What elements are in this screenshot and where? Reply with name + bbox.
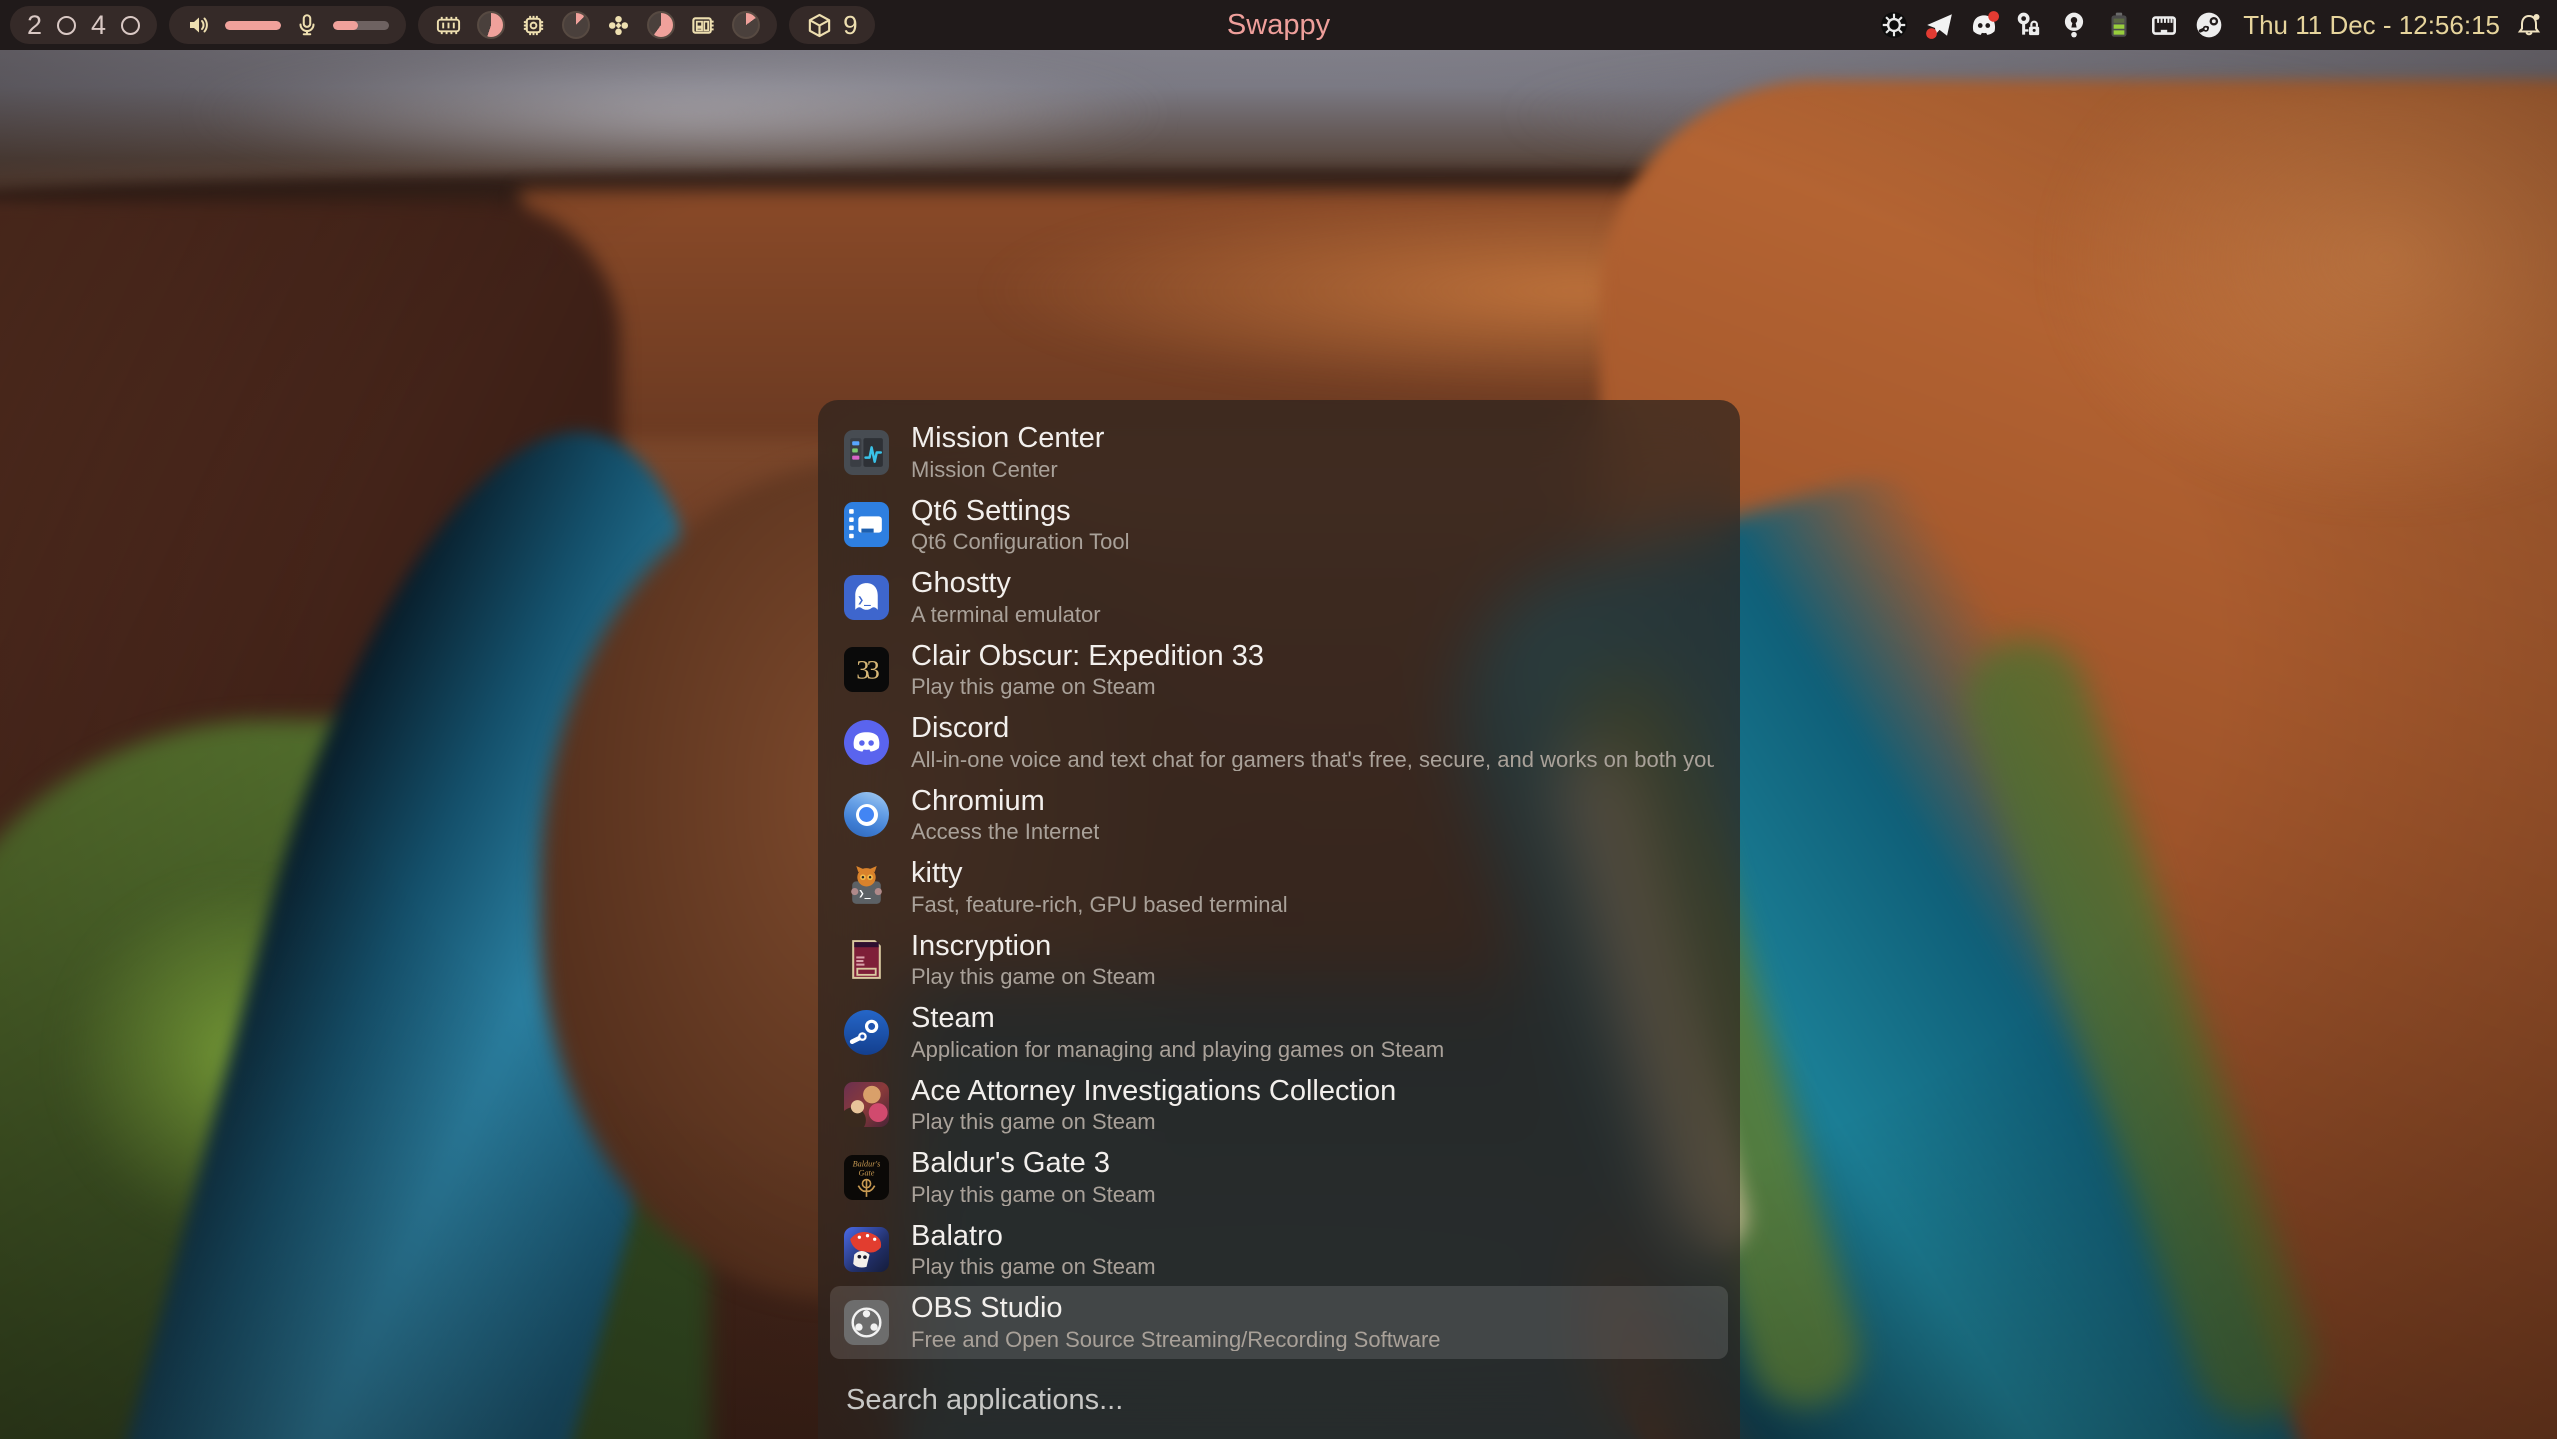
- ram-icon: [435, 12, 462, 39]
- gpu-fan-icon: [605, 12, 632, 39]
- mission-center-icon: [844, 430, 889, 475]
- workspace-item[interactable]: 2: [27, 12, 42, 39]
- telegram-tray-icon[interactable]: [1924, 10, 1954, 40]
- bar-right-modules: Thu 11 Dec - 12:56:15: [1879, 10, 2557, 41]
- audio-module: [169, 6, 406, 44]
- app-title: Ace Attorney Investigations Collection: [911, 1076, 1396, 1107]
- clock[interactable]: Thu 11 Dec - 12:56:15: [2243, 10, 2500, 41]
- volume-slider-fill: [225, 21, 281, 30]
- app-title: Chromium: [911, 786, 1099, 817]
- workspace-empty-icon[interactable]: [121, 16, 140, 35]
- clair-obscur-icon: 33: [844, 647, 889, 692]
- launcher-item-ghostty[interactable]: ❯_ Ghostty A terminal emulator: [830, 561, 1728, 634]
- app-description: Play this game on Steam: [911, 1183, 1156, 1207]
- app-launcher: Mission Center Mission Center Qt6 Setting…: [818, 400, 1740, 1439]
- mic-slider[interactable]: [333, 21, 389, 30]
- app-description: Fast, feature-rich, GPU based terminal: [911, 893, 1288, 917]
- app-list: Mission Center Mission Center Qt6 Setting…: [830, 416, 1728, 1359]
- launcher-item-obs-studio[interactable]: OBS Studio Free and Open Source Streaming…: [830, 1286, 1728, 1359]
- workspaces-module: 2 4: [10, 6, 157, 44]
- mic-slider-fill: [333, 21, 358, 30]
- app-description: Application for managing and playing gam…: [911, 1038, 1444, 1062]
- app-title: Discord: [911, 713, 1714, 744]
- launcher-item-baldurs-gate-3[interactable]: Baldur'sGate Baldur's Gate 3 Play this ga…: [830, 1141, 1728, 1214]
- system-stats-module: [418, 6, 777, 44]
- launcher-item-kitty[interactable]: ❯_ kitty Fast, feature-rich, GPU based te…: [830, 851, 1728, 924]
- launcher-item-qt6-settings[interactable]: Qt6 Settings Qt6 Configuration Tool: [830, 489, 1728, 562]
- launcher-item-clair-obscur[interactable]: 33 Clair Obscur: Expedition 33 Play this …: [830, 634, 1728, 707]
- updates-module[interactable]: 9: [789, 6, 874, 44]
- app-description: Mission Center: [911, 458, 1104, 482]
- gpu-usage-pie: [647, 11, 675, 39]
- baldurs-gate-3-icon: Baldur'sGate: [844, 1155, 889, 1200]
- updates-count: 9: [843, 10, 857, 41]
- waybar: 2 4: [0, 0, 2557, 50]
- app-title: Baldur's Gate 3: [911, 1148, 1156, 1179]
- launcher-item-steam[interactable]: Steam Application for managing and playin…: [830, 996, 1728, 1069]
- inscryption-icon: [844, 937, 889, 982]
- app-title: Balatro: [911, 1221, 1156, 1252]
- app-description: Qt6 Configuration Tool: [911, 530, 1130, 554]
- app-title: Ghostty: [911, 568, 1101, 599]
- steam-icon: [844, 1010, 889, 1055]
- app-description: Play this game on Steam: [911, 965, 1156, 989]
- volume-slider[interactable]: [225, 21, 281, 30]
- steam-tray-icon[interactable]: [2194, 10, 2224, 40]
- app-description: Free and Open Source Streaming/Recording…: [911, 1328, 1441, 1352]
- app-description: All-in-one voice and text chat for gamer…: [911, 748, 1714, 772]
- search-input[interactable]: [846, 1384, 1712, 1417]
- launcher-item-ace-attorney[interactable]: Ace Attorney Investigations Collection Pl…: [830, 1069, 1728, 1142]
- svg-text:Baldur's: Baldur's: [853, 1159, 881, 1168]
- notification-bell-icon[interactable]: [2515, 11, 2543, 39]
- app-description: Access the Internet: [911, 820, 1099, 844]
- launcher-item-mission-center[interactable]: Mission Center Mission Center: [830, 416, 1728, 489]
- discord-tray-icon[interactable]: [1969, 10, 1999, 40]
- speaker-icon: [186, 12, 212, 38]
- microphone-icon: [294, 12, 320, 38]
- obs-studio-icon: [844, 1300, 889, 1345]
- app-title: OBS Studio: [911, 1293, 1441, 1324]
- gpu-card-icon: [690, 12, 717, 39]
- launcher-item-inscryption[interactable]: Inscryption Play this game on Steam: [830, 924, 1728, 997]
- package-icon: [806, 12, 833, 39]
- qt6-settings-icon: [844, 502, 889, 547]
- focused-window-title: Swappy: [1227, 0, 1330, 50]
- launcher-item-discord[interactable]: Discord All-in-one voice and text chat fo…: [830, 706, 1728, 779]
- workspace-empty-icon[interactable]: [57, 16, 76, 35]
- ghostty-icon: ❯_: [844, 575, 889, 620]
- cpu-usage-pie: [562, 11, 590, 39]
- app-title: Mission Center: [911, 423, 1104, 454]
- launcher-item-balatro[interactable]: Balatro Play this game on Steam: [830, 1214, 1728, 1287]
- discord-icon: [844, 720, 889, 765]
- app-description: Play this game on Steam: [911, 675, 1264, 699]
- svg-text:33: 33: [856, 655, 879, 685]
- keyhole-tray-icon[interactable]: [2059, 10, 2089, 40]
- app-title: kitty: [911, 858, 1288, 889]
- app-description: Play this game on Steam: [911, 1255, 1156, 1279]
- app-description: A terminal emulator: [911, 603, 1101, 627]
- workspace-item[interactable]: 4: [91, 12, 106, 39]
- kitty-icon: ❯_: [844, 865, 889, 910]
- keepassxc-tray-icon[interactable]: [2014, 10, 2044, 40]
- chromium-icon: [844, 792, 889, 837]
- ram-usage-pie: [477, 11, 505, 39]
- balatro-icon: [844, 1227, 889, 1272]
- launcher-item-chromium[interactable]: Chromium Access the Internet: [830, 779, 1728, 852]
- steelseries-tray-icon[interactable]: [1879, 10, 1909, 40]
- app-title: Inscryption: [911, 931, 1156, 962]
- ace-attorney-icon: [844, 1082, 889, 1127]
- ethernet-tray-icon[interactable]: [2149, 10, 2179, 40]
- disk-usage-pie: [732, 11, 760, 39]
- cpu-icon: [520, 12, 547, 39]
- svg-text:❯_: ❯_: [858, 888, 871, 899]
- battery-tray-icon[interactable]: [2104, 10, 2134, 40]
- svg-text:❯_: ❯_: [857, 593, 871, 606]
- svg-text:Gate: Gate: [859, 1168, 875, 1177]
- app-title: Clair Obscur: Expedition 33: [911, 641, 1264, 672]
- app-title: Qt6 Settings: [911, 496, 1130, 527]
- app-description: Play this game on Steam: [911, 1110, 1396, 1134]
- search-row: [830, 1384, 1728, 1417]
- bar-left-modules: 2 4: [10, 6, 875, 44]
- app-title: Steam: [911, 1003, 1444, 1034]
